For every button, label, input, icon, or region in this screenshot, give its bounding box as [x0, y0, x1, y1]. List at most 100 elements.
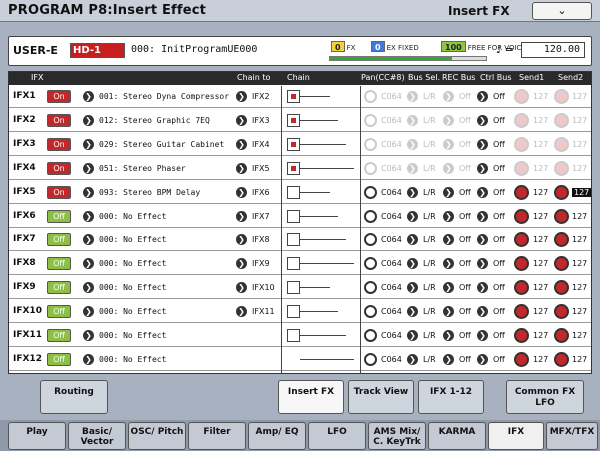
fx-select-button[interactable]: ❯: [83, 114, 94, 126]
ctrl-bus-button[interactable]: ❯: [477, 258, 488, 270]
send2-knob[interactable]: [554, 232, 569, 248]
rec-bus-button[interactable]: ❯: [443, 306, 454, 318]
pan-knob[interactable]: [364, 329, 377, 342]
ctrl-bus-button[interactable]: ❯: [477, 306, 488, 318]
chain-to-button[interactable]: ❯: [236, 210, 247, 222]
pan-knob[interactable]: [364, 281, 377, 295]
ifx-onoff-toggle[interactable]: On: [47, 90, 71, 103]
tab-basic-vector[interactable]: Basic/ Vector: [68, 422, 126, 450]
ctrl-bus-button[interactable]: ❯: [477, 162, 488, 174]
fx-name[interactable]: 012: Stereo Graphic 7EQ: [99, 116, 210, 125]
fx-name[interactable]: 000: No Effect: [99, 283, 166, 292]
pan-knob[interactable]: [364, 90, 377, 103]
chain-checkbox[interactable]: [287, 281, 300, 295]
fx-name[interactable]: 000: No Effect: [99, 259, 166, 268]
rec-bus-button[interactable]: ❯: [443, 234, 454, 246]
bus-select-button[interactable]: ❯: [407, 91, 418, 102]
chain-checkbox[interactable]: [287, 161, 300, 175]
pan-knob[interactable]: [364, 161, 377, 175]
ifx-onoff-toggle[interactable]: On: [47, 161, 71, 175]
fx-select-button[interactable]: ❯: [83, 210, 94, 222]
bus-select-button[interactable]: ❯: [407, 234, 418, 246]
fx-name[interactable]: 000: No Effect: [99, 355, 166, 364]
fx-select-button[interactable]: ❯: [83, 234, 94, 246]
tab-ams-mix-c-keytrk[interactable]: AMS Mix/ C. KeyTrk: [368, 422, 426, 450]
chain-to-button[interactable]: ❯: [236, 234, 247, 246]
bus-select-button[interactable]: ❯: [407, 330, 418, 341]
chain-to-button[interactable]: ❯: [236, 138, 247, 150]
program-id[interactable]: HD-1: [70, 43, 125, 58]
ifx-onoff-toggle[interactable]: Off: [47, 352, 71, 366]
tab-ifx[interactable]: IFX: [488, 422, 544, 450]
ifx-onoff-toggle[interactable]: On: [47, 185, 71, 199]
send2-knob[interactable]: [554, 328, 569, 343]
tab-common-fx-lfo[interactable]: Common FX LFO: [506, 380, 584, 414]
rec-bus-button[interactable]: ❯: [443, 91, 454, 102]
chain-to-button[interactable]: ❯: [236, 91, 247, 102]
pan-knob[interactable]: [364, 137, 377, 151]
fx-select-button[interactable]: ❯: [83, 282, 94, 294]
fx-select-button[interactable]: ❯: [83, 306, 94, 318]
fx-select-button[interactable]: ❯: [83, 258, 94, 270]
chain-checkbox[interactable]: [287, 305, 300, 319]
rec-bus-button[interactable]: ❯: [443, 353, 454, 365]
send1-knob[interactable]: [514, 256, 529, 272]
fx-select-button[interactable]: ❯: [83, 162, 94, 174]
tab-mfx-tfx[interactable]: MFX/TFX: [546, 422, 598, 450]
send2-knob[interactable]: [554, 89, 569, 104]
rec-bus-button[interactable]: ❯: [443, 258, 454, 270]
send1-knob[interactable]: [514, 232, 529, 248]
bus-select-button[interactable]: ❯: [407, 162, 418, 174]
send1-knob[interactable]: [514, 136, 529, 152]
send2-knob[interactable]: [554, 136, 569, 152]
ctrl-bus-button[interactable]: ❯: [477, 282, 488, 294]
pan-knob[interactable]: [364, 305, 377, 319]
ctrl-bus-button[interactable]: ❯: [477, 234, 488, 246]
rec-bus-button[interactable]: ❯: [443, 210, 454, 222]
ctrl-bus-button[interactable]: ❯: [477, 330, 488, 341]
chain-checkbox[interactable]: [287, 233, 300, 247]
ctrl-bus-button[interactable]: ❯: [477, 114, 488, 126]
chain-checkbox[interactable]: [287, 329, 300, 342]
fx-name[interactable]: 051: Stereo Phaser: [99, 164, 186, 173]
ifx-onoff-toggle[interactable]: Off: [47, 209, 71, 223]
fx-select-button[interactable]: ❯: [83, 186, 94, 198]
bus-select-button[interactable]: ❯: [407, 210, 418, 222]
pan-knob[interactable]: [364, 352, 377, 366]
chain-checkbox[interactable]: [287, 257, 300, 271]
fx-select-button[interactable]: ❯: [83, 330, 94, 341]
tab-lfo[interactable]: LFO: [308, 422, 366, 450]
ifx-onoff-toggle[interactable]: Off: [47, 281, 71, 295]
bus-select-button[interactable]: ❯: [407, 186, 418, 198]
rec-bus-button[interactable]: ❯: [443, 114, 454, 126]
send2-knob[interactable]: [554, 208, 569, 224]
chain-to-button[interactable]: ❯: [236, 162, 247, 174]
chain-to-button[interactable]: ❯: [236, 186, 247, 198]
rec-bus-button[interactable]: ❯: [443, 138, 454, 150]
fx-name[interactable]: 000: No Effect: [99, 307, 166, 316]
chain-checkbox[interactable]: [287, 137, 300, 151]
chain-checkbox[interactable]: [287, 90, 300, 103]
send1-knob[interactable]: [514, 160, 529, 176]
pan-knob[interactable]: [364, 233, 377, 247]
rec-bus-button[interactable]: ❯: [443, 282, 454, 294]
ifx-onoff-toggle[interactable]: Off: [47, 305, 71, 319]
tempo-field[interactable]: 120.00: [521, 42, 585, 58]
chain-checkbox[interactable]: [287, 113, 300, 127]
rec-bus-button[interactable]: ❯: [443, 162, 454, 174]
send2-knob[interactable]: [554, 280, 569, 296]
tab-insert-fx[interactable]: Insert FX: [278, 380, 344, 414]
fx-name[interactable]: 029: Stereo Guitar Cabinet: [99, 140, 224, 149]
tab-amp-eq[interactable]: Amp/ EQ: [248, 422, 306, 450]
fx-name[interactable]: 000: No Effect: [99, 235, 166, 244]
pan-knob[interactable]: [364, 113, 377, 127]
tab-osc-pitch[interactable]: OSC/ Pitch: [128, 422, 186, 450]
fx-select-button[interactable]: ❯: [83, 353, 94, 365]
ifx-onoff-toggle[interactable]: Off: [47, 329, 71, 342]
fx-name[interactable]: 001: Stereo Dyna Compressor: [99, 92, 229, 101]
send1-knob[interactable]: [514, 89, 529, 104]
ifx-onoff-toggle[interactable]: On: [47, 137, 71, 151]
pan-knob[interactable]: [364, 185, 377, 199]
fx-select-button[interactable]: ❯: [83, 91, 94, 102]
chain-checkbox[interactable]: [287, 185, 300, 199]
